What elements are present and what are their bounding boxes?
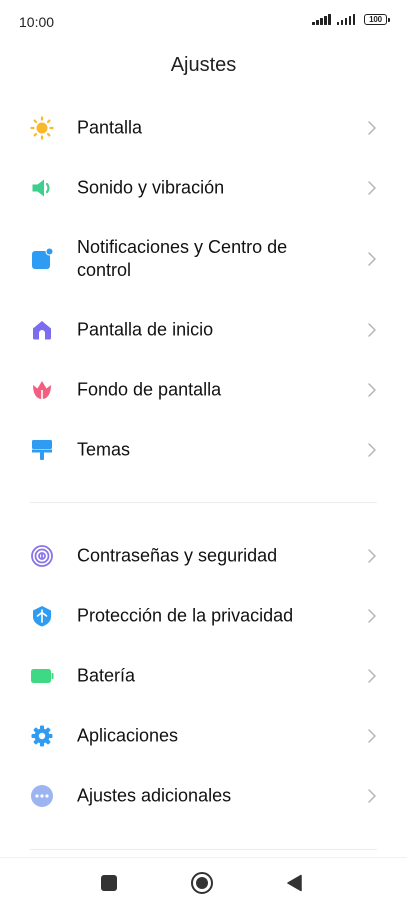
settings-item-label: Ajustes adicionales <box>77 785 232 806</box>
chevron-right-icon <box>368 252 376 266</box>
paint-roller-icon <box>30 438 54 462</box>
settings-item-privacidad[interactable]: Protección de la privacidad <box>0 588 407 644</box>
more-dots-icon <box>30 784 54 808</box>
status-icons: 100 <box>312 14 390 25</box>
gear-icon <box>30 724 54 748</box>
chevron-right-icon <box>368 443 376 457</box>
status-bar: 10:00 100 <box>0 0 407 44</box>
battery-icon <box>30 664 54 688</box>
battery-level: 100 <box>369 14 382 24</box>
status-time: 10:00 <box>19 14 55 30</box>
settings-item-label: Protección de la privacidad <box>77 605 294 626</box>
page-title: Ajustes <box>170 54 237 76</box>
chevron-right-icon <box>368 121 376 135</box>
settings-item-label: Batería <box>77 665 136 686</box>
speaker-icon <box>30 176 54 200</box>
section-divider <box>30 849 377 850</box>
settings-item-pantalla[interactable]: Pantalla <box>0 100 407 156</box>
settings-item-bateria[interactable]: Batería <box>0 648 407 704</box>
settings-item-label: Sonido y vibración <box>77 177 225 198</box>
settings-item-pantalla-inicio[interactable]: Pantalla de inicio <box>0 302 407 358</box>
settings-item-label: Temas <box>77 439 131 460</box>
settings-item-ajustes-adicionales[interactable]: Ajustes adicionales <box>0 768 407 824</box>
navigation-bar <box>0 857 407 907</box>
sun-icon <box>30 116 54 140</box>
settings-item-label: Aplicaciones <box>77 725 179 746</box>
settings-item-label: Pantalla de inicio <box>77 319 214 340</box>
chevron-right-icon <box>368 729 376 743</box>
settings-item-label: Pantalla <box>77 117 143 138</box>
settings-item-notificaciones[interactable]: Notificaciones y Centro de control <box>0 231 407 287</box>
tulip-icon <box>30 378 54 402</box>
section-divider <box>30 502 377 503</box>
settings-item-sonido[interactable]: Sonido y vibración <box>0 160 407 216</box>
settings-item-label: Fondo de pantalla <box>77 379 222 400</box>
settings-item-fondo[interactable]: Fondo de pantalla <box>0 362 407 418</box>
chevron-right-icon <box>368 383 376 397</box>
chevron-right-icon <box>368 609 376 623</box>
battery-status-icon: 100 <box>364 14 390 25</box>
home-icon <box>30 318 54 342</box>
settings-item-aplicaciones[interactable]: Aplicaciones <box>0 708 407 764</box>
home-circle-icon[interactable] <box>189 870 215 896</box>
chevron-right-icon <box>368 789 376 803</box>
back-triangle-icon[interactable] <box>282 870 308 896</box>
settings-item-label: Contraseñas y seguridad <box>77 545 278 566</box>
shield-icon <box>30 604 54 628</box>
fingerprint-icon <box>30 544 54 568</box>
settings-item-contrasenas[interactable]: Contraseñas y seguridad <box>0 528 407 584</box>
settings-item-temas[interactable]: Temas <box>0 422 407 478</box>
settings-item-label: Notificaciones y Centro de control <box>77 237 288 280</box>
chevron-right-icon <box>368 669 376 683</box>
chevron-right-icon <box>368 323 376 337</box>
notification-icon <box>30 247 54 271</box>
recents-square-icon[interactable] <box>96 870 122 896</box>
chevron-right-icon <box>368 549 376 563</box>
chevron-right-icon <box>368 181 376 195</box>
signal-icon <box>336 14 355 25</box>
signal-icon <box>312 14 331 25</box>
